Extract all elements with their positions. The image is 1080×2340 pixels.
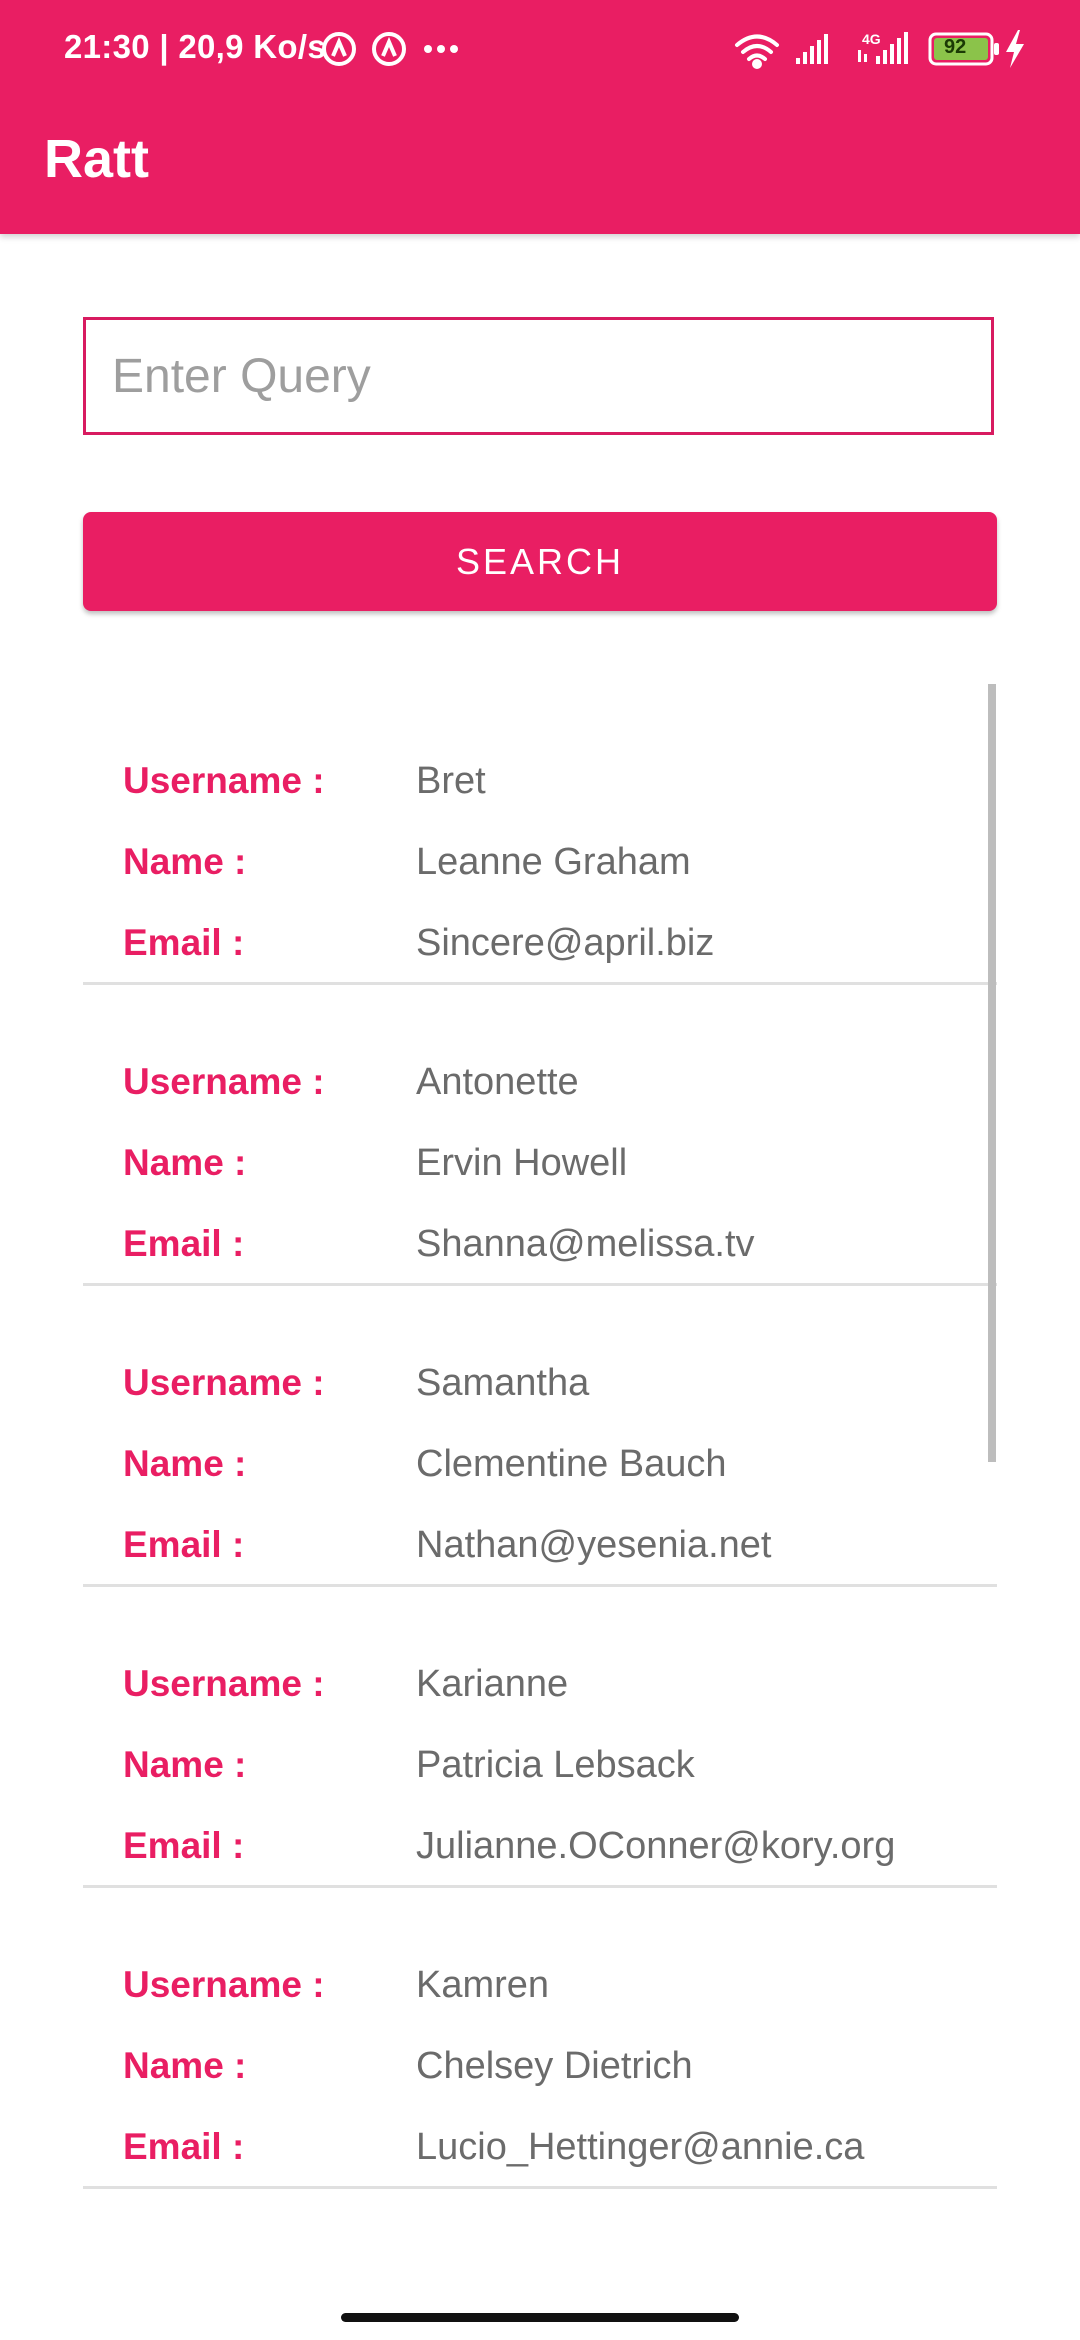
- username-value: Samantha: [416, 1361, 590, 1404]
- user-card: Username : Samantha Name : Clementine Ba…: [83, 1286, 997, 1587]
- username-label: Username :: [123, 1663, 325, 1704]
- app-bar: 21:30 | 20,9 Ko/s 4G 92 Ratt: [0, 0, 1080, 234]
- email-row: Email : Shanna@melissa.tv: [123, 1214, 983, 1274]
- name-label: Name :: [123, 841, 247, 882]
- email-row: Email : Nathan@yesenia.net: [123, 1515, 983, 1575]
- username-row: Username : Kamren: [123, 1955, 983, 2015]
- name-label: Name :: [123, 1142, 247, 1183]
- user-list[interactable]: Username : Bret Name : Leanne Graham Ema…: [83, 684, 997, 2204]
- username-value: Karianne: [416, 1662, 569, 1705]
- name-row: Name : Leanne Graham: [123, 832, 983, 892]
- user-card: Username : Bret Name : Leanne Graham Ema…: [83, 684, 997, 985]
- name-row: Name : Ervin Howell: [123, 1133, 983, 1193]
- email-row: Email : Lucio_Hettinger@annie.ca: [123, 2117, 983, 2177]
- name-row: Name : Patricia Lebsack: [123, 1735, 983, 1795]
- charging-icon: [1006, 30, 1024, 68]
- username-label: Username :: [123, 1061, 325, 1102]
- email-label: Email :: [123, 1223, 245, 1264]
- email-row: Email : Sincere@april.biz: [123, 913, 983, 973]
- email-value: Lucio_Hettinger@annie.ca: [416, 2125, 865, 2168]
- signal-4g-icon: 4G: [858, 31, 908, 64]
- email-value: Sincere@april.biz: [416, 921, 715, 964]
- status-icons: 4G: [322, 30, 1024, 69]
- more-icon: [424, 45, 458, 53]
- username-label: Username :: [123, 1964, 325, 2005]
- username-label: Username :: [123, 1362, 325, 1403]
- email-label: Email :: [123, 922, 245, 963]
- search-input[interactable]: Enter Query: [83, 317, 994, 435]
- username-row: Username : Bret: [123, 751, 983, 811]
- name-label: Name :: [123, 1744, 247, 1785]
- user-card: Username : Kamren Name : Chelsey Dietric…: [83, 1888, 997, 2189]
- username-value: Bret: [416, 759, 486, 802]
- name-label: Name :: [123, 2045, 247, 2086]
- email-value: Nathan@yesenia.net: [416, 1523, 772, 1566]
- email-value: Julianne.OConner@kory.org: [416, 1824, 896, 1867]
- search-placeholder: Enter Query: [112, 349, 371, 403]
- username-row: Username : Karianne: [123, 1654, 983, 1714]
- email-label: Email :: [123, 1524, 245, 1565]
- user-card: Username : Antonette Name : Ervin Howell…: [83, 985, 997, 1286]
- user-card: Username : Karianne Name : Patricia Lebs…: [83, 1587, 997, 1888]
- notification-icon: [322, 32, 356, 66]
- email-value: Shanna@melissa.tv: [416, 1222, 755, 1265]
- home-indicator[interactable]: [341, 2313, 739, 2322]
- name-value: Patricia Lebsack: [416, 1743, 695, 1786]
- username-row: Username : Samantha: [123, 1353, 983, 1413]
- notification-icon: [372, 32, 406, 66]
- wifi-icon: [735, 34, 779, 69]
- name-value: Ervin Howell: [416, 1141, 628, 1184]
- signal-icon: [796, 34, 828, 64]
- email-label: Email :: [123, 1825, 245, 1866]
- battery-level: 92: [944, 36, 967, 58]
- svg-text:4G: 4G: [862, 31, 881, 47]
- username-value: Antonette: [416, 1060, 579, 1103]
- app-title: Ratt: [44, 129, 149, 189]
- name-value: Clementine Bauch: [416, 1442, 727, 1485]
- name-row: Name : Chelsey Dietrich: [123, 2036, 983, 2096]
- name-label: Name :: [123, 1443, 247, 1484]
- name-value: Chelsey Dietrich: [416, 2044, 693, 2087]
- email-label: Email :: [123, 2126, 245, 2167]
- username-row: Username : Antonette: [123, 1052, 983, 1112]
- list-scrollbar[interactable]: [988, 684, 996, 1462]
- name-row: Name : Clementine Bauch: [123, 1434, 983, 1494]
- name-value: Leanne Graham: [416, 840, 691, 883]
- username-label: Username :: [123, 760, 325, 801]
- search-button[interactable]: SEARCH: [83, 512, 997, 611]
- username-value: Kamren: [416, 1963, 550, 2006]
- email-row: Email : Julianne.OConner@kory.org: [123, 1816, 983, 1876]
